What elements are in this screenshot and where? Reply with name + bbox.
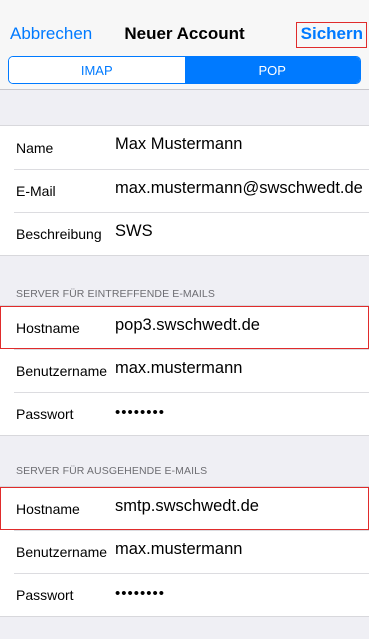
incoming-hostname-field[interactable]: pop3.swschwedt.de bbox=[115, 316, 260, 335]
incoming-server-section-header: SERVER FÜR EINTREFFENDE E-MAILS bbox=[16, 288, 215, 300]
outgoing-password-field[interactable]: •••••••• bbox=[115, 585, 165, 602]
incoming-hostname-label: Hostname bbox=[16, 320, 80, 336]
incoming-password-label: Passwort bbox=[16, 406, 74, 422]
description-label: Beschreibung bbox=[16, 226, 102, 242]
incoming-username-label: Benutzername bbox=[16, 363, 108, 379]
outgoing-password-row[interactable]: Passwort •••••••• bbox=[0, 573, 369, 616]
segment-imap[interactable]: IMAP bbox=[9, 57, 185, 83]
outgoing-username-label: Benutzername bbox=[16, 544, 108, 560]
outgoing-username-field[interactable]: max.mustermann bbox=[115, 540, 242, 559]
outgoing-password-label: Passwort bbox=[16, 587, 74, 603]
incoming-server-group: Hostname pop3.swschwedt.de Benutzername … bbox=[0, 305, 369, 436]
incoming-hostname-row[interactable]: Hostname pop3.swschwedt.de bbox=[0, 306, 369, 349]
incoming-password-field[interactable]: •••••••• bbox=[115, 404, 165, 421]
outgoing-server-group: Hostname smtp.swschwedt.de Benutzername … bbox=[0, 486, 369, 617]
description-row[interactable]: Beschreibung SWS bbox=[0, 212, 369, 255]
name-row[interactable]: Name Max Mustermann bbox=[0, 126, 369, 169]
incoming-username-field[interactable]: max.mustermann bbox=[115, 359, 242, 378]
name-label: Name bbox=[16, 140, 54, 156]
incoming-password-row[interactable]: Passwort •••••••• bbox=[0, 392, 369, 435]
name-field[interactable]: Max Mustermann bbox=[115, 135, 242, 154]
email-row[interactable]: E-Mail max.mustermann@swschwedt.de bbox=[0, 169, 369, 212]
email-field[interactable]: max.mustermann@swschwedt.de bbox=[115, 179, 363, 198]
outgoing-server-section-header: SERVER FÜR AUSGEHENDE E-MAILS bbox=[16, 465, 208, 477]
segment-pop[interactable]: POP bbox=[184, 57, 360, 83]
description-field[interactable]: SWS bbox=[115, 222, 153, 241]
account-type-segmented-control: IMAP POP bbox=[8, 56, 361, 84]
account-info-group: Name Max Mustermann E-Mail max.musterman… bbox=[0, 125, 369, 256]
incoming-username-row[interactable]: Benutzername max.mustermann bbox=[0, 349, 369, 392]
outgoing-hostname-label: Hostname bbox=[16, 501, 80, 517]
outgoing-username-row[interactable]: Benutzername max.mustermann bbox=[0, 530, 369, 573]
outgoing-hostname-row[interactable]: Hostname smtp.swschwedt.de bbox=[0, 487, 369, 530]
outgoing-hostname-field[interactable]: smtp.swschwedt.de bbox=[115, 497, 259, 516]
email-label: E-Mail bbox=[16, 183, 56, 199]
navigation-bar: Abbrechen Neuer Account Sichern IMAP POP bbox=[0, 0, 369, 90]
save-button[interactable]: Sichern bbox=[295, 22, 367, 48]
